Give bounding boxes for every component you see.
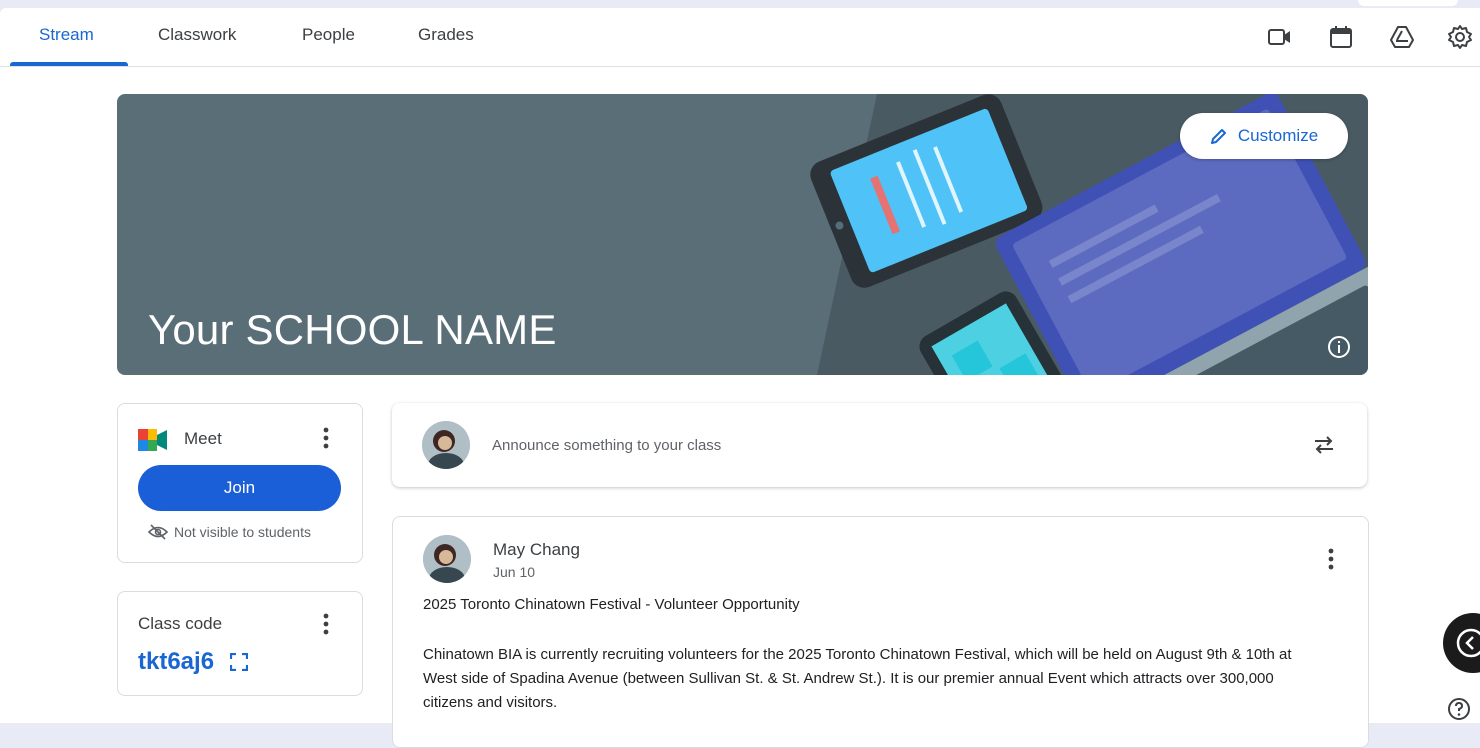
calendar-icon[interactable]	[1328, 24, 1354, 50]
visibility-note-text: Not visible to students	[174, 524, 311, 540]
meet-title: Meet	[184, 429, 222, 448]
help-icon[interactable]	[1447, 697, 1471, 721]
post-date: Jun 10	[493, 564, 536, 580]
post-options-icon[interactable]	[1319, 547, 1343, 571]
meet-options-icon[interactable]	[314, 426, 338, 450]
tab-classwork[interactable]: Classwork	[158, 25, 236, 45]
video-camera-icon[interactable]	[1267, 24, 1293, 50]
pencil-icon	[1210, 129, 1226, 144]
class-code-label: Class code	[138, 614, 223, 633]
settings-gear-icon[interactable]	[1447, 24, 1473, 50]
google-meet-icon	[138, 429, 167, 451]
active-tab-indicator	[10, 62, 128, 66]
tab-stream[interactable]: Stream	[39, 25, 94, 45]
tab-grades[interactable]: Grades	[418, 25, 474, 45]
class-code-options-icon[interactable]	[314, 612, 338, 636]
repost-icon[interactable]	[1311, 432, 1337, 458]
avatar	[422, 421, 470, 469]
post-heading: 2025 Toronto Chinatown Festival - Volunt…	[423, 596, 800, 613]
fullscreen-icon[interactable]	[230, 653, 249, 671]
tab-people[interactable]: People	[302, 25, 355, 45]
top-nav-bar: Stream Classwork People Grades	[0, 8, 1480, 67]
join-meet-button[interactable]: Join	[138, 465, 341, 511]
floating-action-button[interactable]	[1443, 613, 1480, 673]
meet-card: Meet Join Not visible to students	[117, 403, 363, 563]
announce-placeholder: Announce something to your class	[492, 437, 722, 454]
classroom-window: Stream Classwork People Grades Your SCHO…	[0, 0, 1480, 748]
info-icon[interactable]	[1326, 334, 1352, 360]
window-corner-tab	[1358, 0, 1458, 6]
class-banner: Your SCHOOL NAME Customize	[117, 94, 1368, 375]
announce-box[interactable]: Announce something to your class	[392, 403, 1367, 487]
class-code-card: Class code tkt6aj6	[117, 591, 363, 696]
visibility-note: Not visible to students	[148, 524, 311, 540]
stream-post: May Chang Jun 10 2025 Toronto Chinatown …	[392, 516, 1369, 748]
eye-off-icon	[148, 524, 168, 540]
class-code-row: tkt6aj6	[138, 648, 249, 676]
avatar	[423, 535, 471, 583]
post-author: May Chang	[493, 540, 580, 559]
expand-panel-icon	[1456, 628, 1480, 658]
customize-button[interactable]: Customize	[1180, 113, 1348, 159]
class-title: Your SCHOOL NAME	[148, 306, 557, 353]
post-body: Chinatown BIA is currently recruiting vo…	[423, 646, 1292, 711]
google-drive-icon[interactable]	[1389, 24, 1415, 50]
customize-label: Customize	[1237, 126, 1319, 145]
class-code-value: tkt6aj6	[138, 648, 215, 675]
